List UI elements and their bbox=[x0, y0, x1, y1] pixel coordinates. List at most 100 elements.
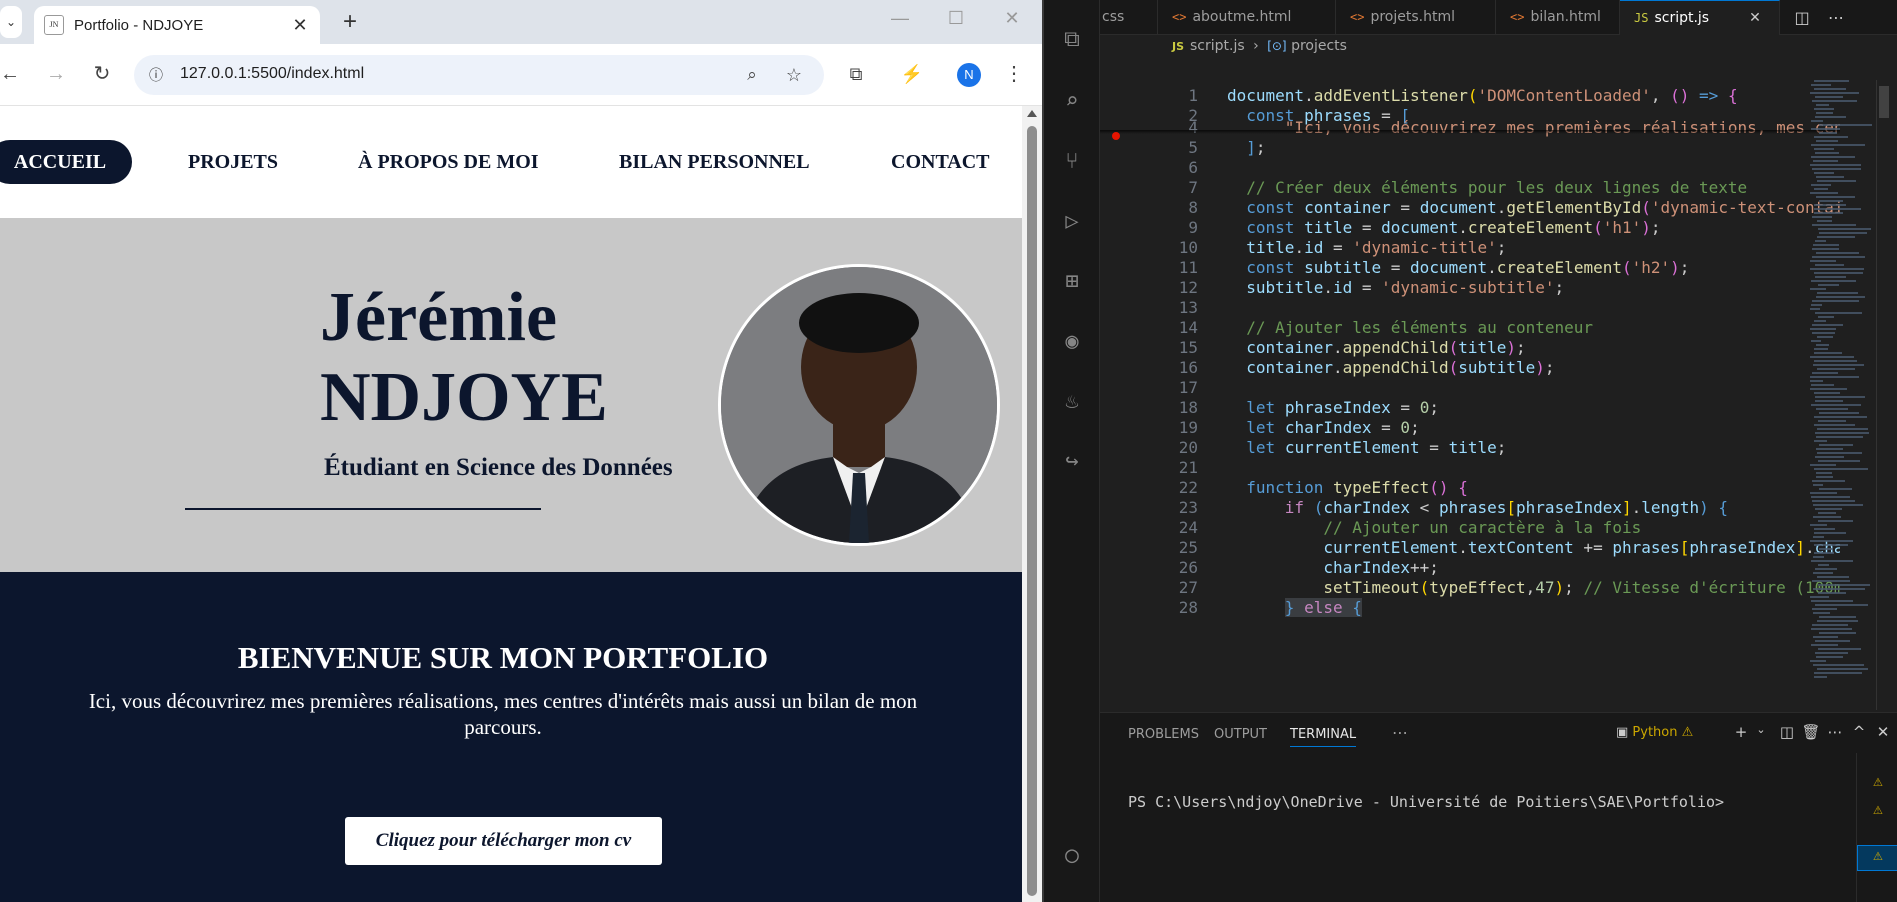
overview-ruler[interactable] bbox=[1876, 80, 1890, 710]
scroll-thumb[interactable] bbox=[1027, 126, 1037, 896]
more-icon[interactable]: ⋯ bbox=[1824, 723, 1846, 741]
tab-label: bilan.html bbox=[1530, 9, 1601, 25]
search-icon[interactable]: ⌕ bbox=[1056, 86, 1088, 118]
explorer-icon[interactable]: ⧉ bbox=[1056, 24, 1088, 56]
tab-projets[interactable]: <> projets.html bbox=[1336, 0, 1496, 35]
bookmark-star-icon[interactable]: ☆ bbox=[780, 61, 808, 89]
minimap-line bbox=[1812, 300, 1859, 302]
tab-search-chevron-icon[interactable]: ⌄ bbox=[0, 6, 22, 38]
site-info-icon[interactable]: ⓘ bbox=[144, 63, 168, 87]
minimap-line bbox=[1810, 464, 1836, 466]
minimap-line bbox=[1819, 200, 1843, 202]
minimize-icon[interactable]: — bbox=[880, 8, 920, 29]
extensions-icon[interactable]: ⧉ bbox=[842, 60, 870, 88]
minimap-line bbox=[1813, 612, 1830, 614]
split-editor-icon[interactable]: ◫ bbox=[1788, 0, 1816, 35]
maximize-panel-icon[interactable]: ^ bbox=[1848, 723, 1870, 741]
chevron-down-icon[interactable]: ⌄ bbox=[1750, 723, 1772, 736]
page-scrollbar[interactable] bbox=[1022, 106, 1042, 902]
close-tab-icon[interactable]: ✕ bbox=[1749, 1, 1761, 36]
panel-more-icon[interactable]: ⋯ bbox=[1392, 723, 1408, 742]
close-panel-icon[interactable]: ✕ bbox=[1872, 723, 1894, 741]
forward-icon[interactable]: → bbox=[42, 60, 70, 88]
scroll-thumb[interactable] bbox=[1879, 86, 1889, 118]
minimap-line bbox=[1816, 472, 1832, 474]
code-editor[interactable]: 1 document.addEventListener('DOMContentLo… bbox=[1100, 84, 1840, 712]
minimap-line bbox=[1811, 560, 1853, 562]
nav-accueil[interactable]: ACCUEIL bbox=[0, 140, 132, 184]
minimap-line bbox=[1811, 280, 1856, 282]
terminal-prompt[interactable]: PS C:\Users\ndjoy\OneDrive - Université … bbox=[1128, 793, 1724, 811]
tab-script-js[interactable]: JS script.js ✕ bbox=[1620, 0, 1780, 35]
minimap-line bbox=[1813, 484, 1823, 486]
minimap-line bbox=[1814, 272, 1863, 274]
maximize-icon[interactable]: ☐ bbox=[936, 8, 976, 29]
extensions-icon[interactable]: ⊞ bbox=[1056, 266, 1088, 298]
minimap-line bbox=[1810, 92, 1859, 94]
profile-avatar[interactable]: N bbox=[957, 63, 981, 87]
tab-terminal[interactable]: TERMINAL bbox=[1290, 727, 1357, 747]
minimap-line bbox=[1817, 452, 1862, 454]
close-window-icon[interactable]: ✕ bbox=[992, 8, 1032, 29]
breadcrumb-symbol[interactable]: projects bbox=[1291, 38, 1347, 54]
tab-css[interactable]: css bbox=[1088, 0, 1158, 35]
minimap-line bbox=[1814, 532, 1846, 534]
breadcrumb-file[interactable]: script.js bbox=[1190, 38, 1245, 54]
nav-contact[interactable]: CONTACT bbox=[891, 140, 990, 184]
warning-icon[interactable]: ⚠ bbox=[1868, 799, 1888, 818]
tab-bilan[interactable]: <> bilan.html bbox=[1496, 0, 1620, 35]
minimap-line bbox=[1811, 144, 1865, 146]
nav-bilan-personnel[interactable]: BILAN PERSONNEL bbox=[619, 140, 810, 184]
zoom-icon[interactable]: ⌕ bbox=[738, 61, 766, 89]
tab-aboutme[interactable]: <> aboutme.html bbox=[1158, 0, 1336, 35]
minimap-line bbox=[1814, 148, 1834, 150]
live-share-icon[interactable]: ↪ bbox=[1056, 446, 1088, 478]
trash-icon[interactable]: 🗑 bbox=[1800, 723, 1822, 741]
python-icon[interactable]: ♨ bbox=[1056, 386, 1088, 418]
welcome-text: Ici, vous découvrirez mes premières réal… bbox=[88, 689, 918, 739]
source-control-icon[interactable]: ⑂ bbox=[1056, 146, 1088, 178]
minimap[interactable] bbox=[1808, 80, 1878, 710]
back-icon[interactable]: ← bbox=[0, 60, 24, 88]
split-terminal-icon[interactable]: ◫ bbox=[1776, 723, 1798, 741]
minimap-line bbox=[1811, 120, 1823, 122]
minimap-line bbox=[1815, 312, 1862, 314]
run-debug-icon[interactable]: ▷ bbox=[1056, 206, 1088, 238]
scroll-up-icon[interactable] bbox=[1027, 110, 1037, 117]
tab-close-icon[interactable]: ✕ bbox=[288, 15, 312, 36]
new-terminal-icon[interactable]: + bbox=[1730, 723, 1752, 741]
new-tab-icon[interactable]: + bbox=[336, 8, 364, 36]
nav-a-propos[interactable]: À PROPOS DE MOI bbox=[358, 140, 539, 184]
minimap-line bbox=[1810, 328, 1836, 330]
minimap-line bbox=[1813, 244, 1839, 246]
nav-projets[interactable]: PROJETS bbox=[188, 140, 278, 184]
minimap-line bbox=[1817, 180, 1856, 182]
reload-icon[interactable]: ↻ bbox=[88, 60, 116, 88]
url-text[interactable]: 127.0.0.1:5500/index.html bbox=[180, 65, 364, 83]
download-cv-button[interactable]: Cliquez pour télécharger mon cv bbox=[345, 817, 662, 865]
tab-problems[interactable]: PROBLEMS bbox=[1128, 727, 1199, 742]
minimap-line bbox=[1810, 596, 1829, 598]
terminal-profile[interactable]: ▣ Python ⚠ bbox=[1616, 725, 1693, 740]
minimap-line bbox=[1810, 540, 1853, 542]
browser-tab[interactable]: JN Portfolio - NDJOYE ✕ bbox=[34, 6, 320, 44]
html-file-icon: <> bbox=[1510, 10, 1525, 24]
minimap-line bbox=[1810, 660, 1826, 662]
remote-icon[interactable]: ◉ bbox=[1056, 326, 1088, 358]
account-icon[interactable]: ◯ bbox=[1056, 840, 1088, 872]
minimap-line bbox=[1818, 512, 1836, 514]
more-actions-icon[interactable]: ⋯ bbox=[1822, 0, 1850, 35]
warning-icon[interactable]: ⚠ bbox=[1868, 771, 1888, 790]
minimap-line bbox=[1814, 528, 1835, 530]
address-bar[interactable]: ⓘ 127.0.0.1:5500/index.html ⌕ ☆ bbox=[134, 55, 824, 95]
menu-kebab-icon[interactable]: ⋮ bbox=[1000, 60, 1028, 88]
warning-icon[interactable]: ⚠ bbox=[1868, 845, 1888, 864]
minimap-line bbox=[1816, 476, 1833, 478]
breakpoint-icon[interactable] bbox=[1112, 132, 1120, 140]
minimap-line bbox=[1811, 156, 1855, 158]
minimap-line bbox=[1819, 488, 1852, 490]
minimap-line bbox=[1811, 184, 1831, 186]
performance-icon[interactable]: ⚡ bbox=[898, 60, 926, 88]
minimap-line bbox=[1818, 460, 1860, 462]
tab-output[interactable]: OUTPUT bbox=[1214, 727, 1267, 742]
